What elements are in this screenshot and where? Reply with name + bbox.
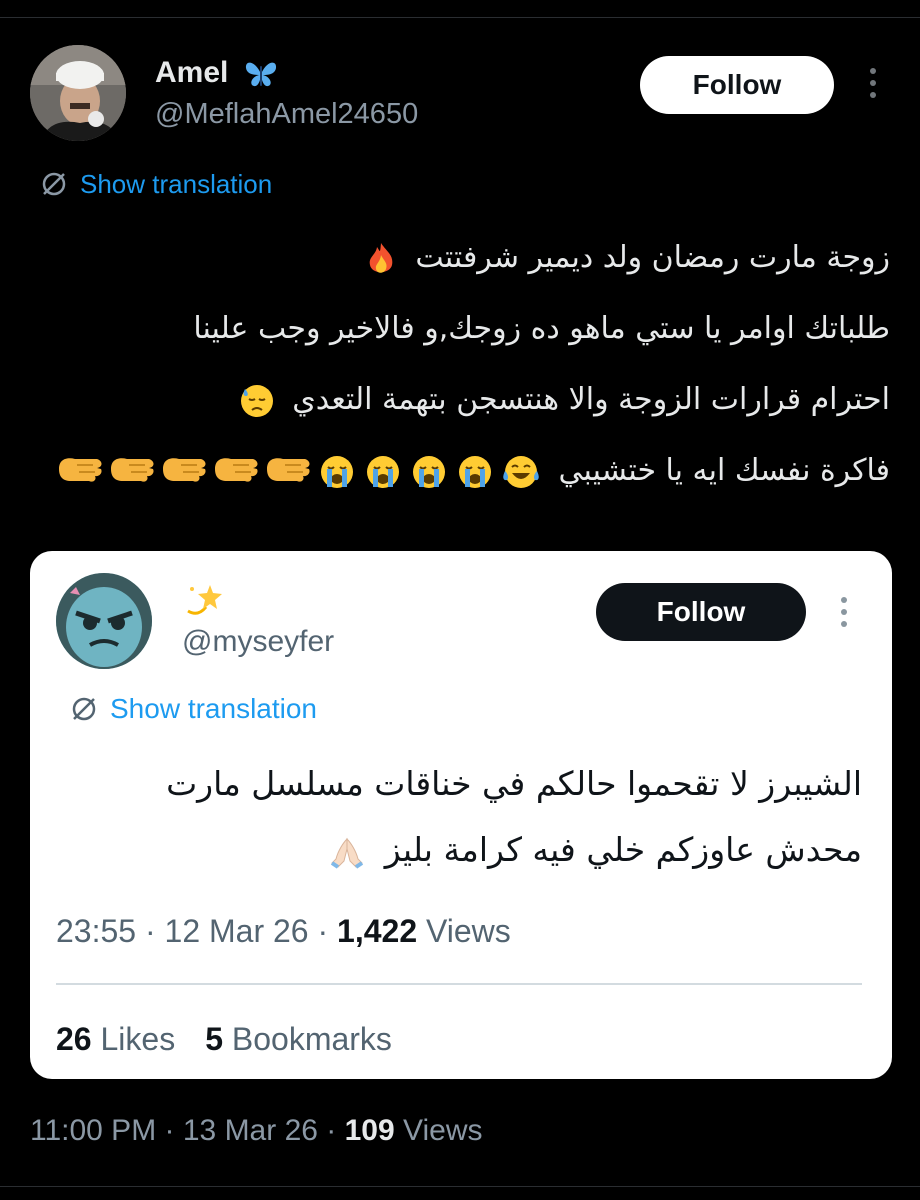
fire-emoji [364, 241, 398, 277]
author-avatar[interactable] [30, 45, 126, 141]
quoted-meta: 23:55 · 12 Mar 26 · 1,422 Views [56, 913, 511, 950]
likes-stat[interactable]: 26 Likes [56, 1021, 175, 1057]
butterfly-icon [243, 58, 279, 95]
emoji-sequence [57, 453, 541, 491]
tweet-time[interactable]: 11:00 PM [30, 1114, 156, 1147]
quoted-time[interactable]: 23:55 [56, 913, 136, 949]
left-fist-emoji [266, 457, 310, 482]
loudly-crying-emoji [458, 455, 491, 488]
tweet-line-text: طلباتك اوامر يا ستي ماهو ده زوجك,و فالاخ… [193, 311, 890, 346]
quoted-tweet-line: محدش عاوزكم خلي فيه كرامة بليز [62, 817, 862, 883]
loudly-crying-emoji [320, 455, 353, 488]
downcast-sweat-face-emoji [239, 383, 275, 419]
left-fist-emoji [58, 457, 102, 482]
show-translation-link[interactable]: Show translation [40, 166, 272, 202]
tweet-line: احترام قرارات الزوجة والا هنتسجن بتهمة ا… [30, 364, 890, 435]
top-divider [0, 17, 920, 18]
left-fist-emoji [162, 457, 206, 482]
separator: · [156, 1114, 183, 1147]
quoted-show-translation-link[interactable]: Show translation [70, 691, 317, 727]
quoted-show-translation-label: Show translation [110, 693, 318, 724]
show-translation-label: Show translation [80, 168, 273, 199]
quoted-tweet-card[interactable]: @myseyfer Follow Show translation الشيبر… [30, 551, 892, 1079]
bookmarks-count: 5 [205, 1021, 223, 1057]
quoted-line-text: الشيبرز لا تقحموا حالكم في خناقات مسلسل … [166, 764, 862, 803]
tweet-text: زوجة مارت رمضان ولد ديمير شرفتتت طلباتك … [30, 222, 890, 506]
quoted-tweet-text: الشيبرز لا تقحموا حالكم في خناقات مسلسل … [62, 751, 862, 883]
tweet-date[interactable]: 13 Mar 26 [183, 1114, 318, 1147]
left-fist-emoji [110, 457, 154, 482]
quoted-follow-button[interactable]: Follow [596, 583, 806, 641]
quoted-more-vertical-icon[interactable] [838, 597, 850, 639]
folded-hands-emoji [328, 833, 366, 871]
quoted-author-handle[interactable]: @myseyfer [182, 625, 334, 659]
tweet-views-count: 109 [344, 1114, 395, 1147]
tweet-views-label: Views [403, 1114, 483, 1147]
quoted-line-text: محدش عاوزكم خلي فيه كرامة بليز [384, 830, 862, 869]
author-handle[interactable]: @MeflahAmel24650 [155, 98, 418, 131]
quoted-stats: 26 Likes 5 Bookmarks [56, 1021, 392, 1058]
author-name[interactable]: Amel [155, 56, 228, 90]
separator: · [317, 1114, 345, 1147]
follow-button[interactable]: Follow [640, 56, 834, 114]
quoted-tweet-line: الشيبرز لا تقحموا حالكم في خناقات مسلسل … [62, 751, 862, 817]
loudly-crying-emoji [412, 455, 445, 488]
tweet-line: فاكرة نفسك ايه يا ختشيبي [30, 435, 890, 506]
tweet-meta: 11:00 PM · 13 Mar 26 · 109 Views [30, 1114, 483, 1148]
loudly-crying-emoji [366, 455, 399, 488]
translate-slash-icon [72, 697, 96, 721]
left-fist-emoji [214, 457, 258, 482]
bottom-divider [0, 1186, 920, 1187]
likes-count: 26 [56, 1021, 92, 1057]
quoted-date[interactable]: 12 Mar 26 [165, 913, 309, 949]
quoted-views-label: Views [426, 913, 511, 949]
separator: · [136, 913, 165, 949]
dizzy-star-icon [184, 581, 226, 624]
likes-label: Likes [100, 1021, 176, 1057]
more-vertical-icon[interactable] [867, 68, 879, 110]
tweet-line-text: فاكرة نفسك ايه يا ختشيبي [558, 453, 890, 488]
tweet-line-text: احترام قرارات الزوجة والا هنتسجن بتهمة ا… [292, 382, 890, 417]
translate-slash-icon [42, 172, 66, 196]
separator: · [308, 913, 338, 949]
bookmarks-label: Bookmarks [231, 1021, 392, 1057]
tweet-line: طلباتك اوامر يا ستي ماهو ده زوجك,و فالاخ… [30, 293, 890, 364]
tears-of-joy-emoji [503, 455, 539, 488]
quoted-views-count: 1,422 [337, 913, 418, 949]
bookmarks-stat[interactable]: 5 Bookmarks [205, 1021, 392, 1057]
tweet-line-text: زوجة مارت رمضان ولد ديمير شرفتتت [415, 240, 890, 275]
quoted-author-avatar[interactable] [56, 573, 152, 669]
quoted-divider [56, 983, 862, 985]
tweet-line: زوجة مارت رمضان ولد ديمير شرفتتت [30, 222, 890, 293]
